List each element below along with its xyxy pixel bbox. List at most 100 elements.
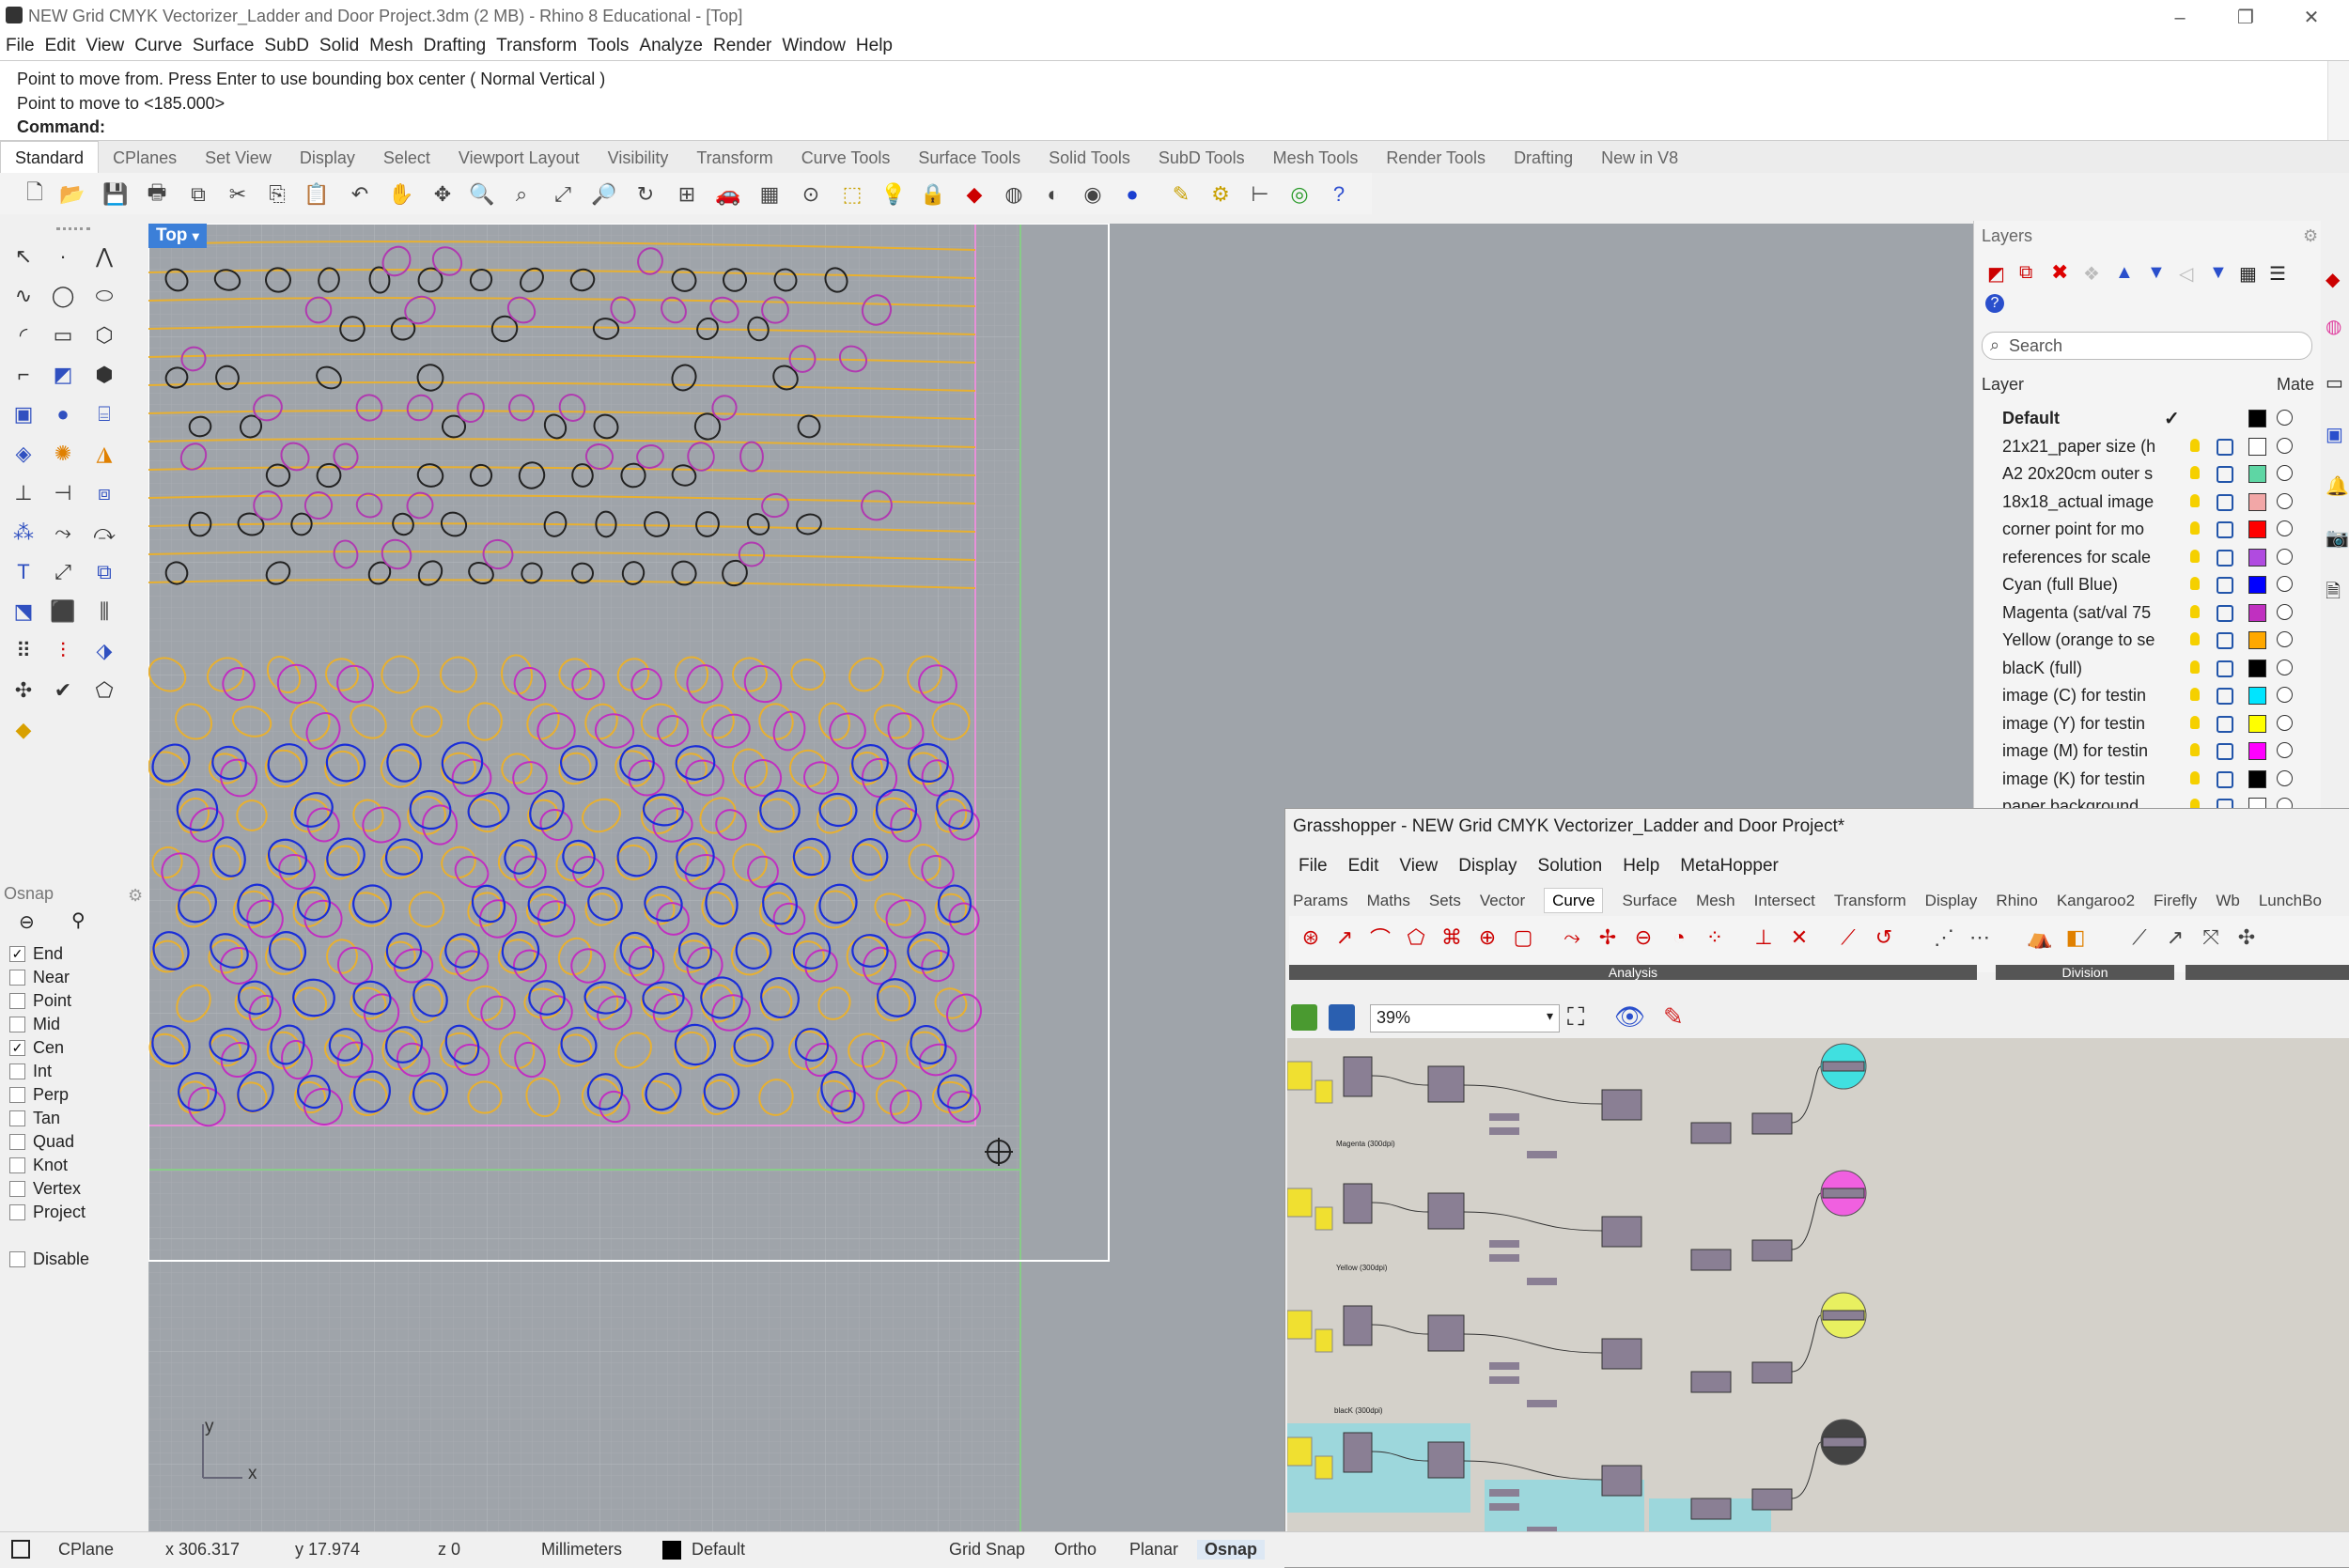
- zoom-window-icon[interactable]: ⌕: [507, 180, 536, 209]
- gh-component-icon[interactable]: ⌒: [1366, 924, 1394, 952]
- gh-tab-curve[interactable]: Curve: [1544, 888, 1604, 913]
- osnap-int[interactable]: Int: [9, 1062, 52, 1081]
- gh-component[interactable]: [1427, 1314, 1465, 1352]
- osnap-cen[interactable]: ✓ Cen: [9, 1038, 64, 1058]
- move-parent-icon[interactable]: ◁: [2179, 262, 2193, 286]
- gh-group-division[interactable]: Division: [1996, 965, 2174, 980]
- gh-component[interactable]: [1601, 1338, 1642, 1370]
- gh-component-icon[interactable]: ⟋: [2125, 924, 2154, 952]
- layer-row[interactable]: 21x21_paper size (h: [1974, 433, 2312, 460]
- status-planar[interactable]: Planar: [1129, 1540, 1178, 1560]
- toolbox-grip[interactable]: [56, 227, 90, 234]
- layer-row[interactable]: blacK (full): [1974, 655, 2312, 682]
- new-layer-icon[interactable]: ◩: [1987, 262, 2005, 286]
- gh-component[interactable]: [1822, 1436, 1865, 1448]
- chamfer-icon[interactable]: ⤼: [88, 517, 120, 549]
- visibility-bulb-icon[interactable]: [2190, 632, 2200, 645]
- cylinder-icon[interactable]: ⌸: [88, 398, 120, 430]
- visibility-bulb-icon[interactable]: [2190, 521, 2200, 535]
- gh-definition[interactable]: [1287, 1038, 2349, 1567]
- grasshopper-icon[interactable]: ◎: [1285, 180, 1314, 209]
- layer-color-swatch[interactable]: [2248, 603, 2266, 622]
- osnap-quad[interactable]: Quad: [9, 1132, 74, 1152]
- gh-menu-help[interactable]: Help: [1623, 856, 1659, 876]
- layer-icon[interactable]: ◆: [960, 180, 988, 209]
- material-circle-icon[interactable]: [2277, 548, 2293, 565]
- osnap-checkbox[interactable]: [9, 1063, 25, 1079]
- tab-render-tools[interactable]: Render Tools: [1372, 142, 1500, 174]
- tab-curve-tools[interactable]: Curve Tools: [787, 142, 905, 174]
- osnap-near[interactable]: Near: [9, 968, 70, 987]
- join-icon[interactable]: ⧈: [88, 477, 120, 509]
- gh-component[interactable]: [1527, 1278, 1557, 1285]
- layer-row[interactable]: Yellow (orange to se: [1974, 627, 2312, 654]
- materials-tab-icon[interactable]: ◍: [2326, 315, 2341, 338]
- gh-component-icon[interactable]: ⤳: [1558, 924, 1586, 952]
- status-grid-snap[interactable]: Grid Snap: [949, 1540, 1025, 1560]
- cplane-icon[interactable]: ⊙: [797, 180, 825, 209]
- status-osnap[interactable]: Osnap: [1197, 1540, 1266, 1560]
- gh-tab-surface[interactable]: Surface: [1622, 892, 1677, 909]
- menu-mesh[interactable]: Mesh: [364, 32, 417, 56]
- layer-color-swatch[interactable]: [2248, 769, 2266, 788]
- filter-icon[interactable]: ⚲: [71, 908, 86, 932]
- osnap-perp[interactable]: Perp: [9, 1085, 69, 1105]
- gh-wire[interactable]: [1463, 1333, 1603, 1354]
- layer-name[interactable]: Yellow (orange to se: [2002, 630, 2157, 650]
- gh-menu-display[interactable]: Display: [1458, 856, 1517, 876]
- render-sphere-icon[interactable]: ●: [1118, 180, 1146, 209]
- layer-color-swatch[interactable]: [2248, 631, 2266, 649]
- gh-component[interactable]: [1427, 1065, 1465, 1103]
- visibility-bulb-icon[interactable]: [2190, 577, 2200, 590]
- lock-icon[interactable]: [2217, 549, 2233, 567]
- material-circle-icon[interactable]: [2277, 465, 2293, 481]
- gh-component[interactable]: [1489, 1376, 1519, 1384]
- cut-icon[interactable]: ✂: [224, 180, 252, 209]
- osnap-knot[interactable]: Knot: [9, 1156, 68, 1175]
- visibility-bulb-icon[interactable]: [2190, 549, 2200, 563]
- layer-name[interactable]: corner point for mo: [2002, 520, 2157, 539]
- tab-subd-tools[interactable]: SubD Tools: [1144, 142, 1259, 174]
- layer-row[interactable]: image (M) for testin: [1974, 737, 2312, 765]
- visibility-bulb-icon[interactable]: [2190, 770, 2200, 784]
- shaded-sphere-icon[interactable]: ◉: [1079, 180, 1107, 209]
- gh-component[interactable]: [1343, 1183, 1373, 1224]
- osnap-checkbox[interactable]: ✓: [9, 946, 25, 962]
- material-circle-icon[interactable]: [2277, 576, 2293, 592]
- subd-icon[interactable]: ✺: [47, 438, 79, 470]
- zoom-selected-icon[interactable]: 🔎: [590, 180, 618, 209]
- gh-component[interactable]: [1822, 1188, 1865, 1199]
- gh-component-icon[interactable]: ✣: [2232, 924, 2261, 952]
- gh-component[interactable]: [1489, 1113, 1519, 1121]
- sphere-icon[interactable]: ●: [47, 398, 79, 430]
- menu-tools[interactable]: Tools: [582, 32, 633, 56]
- gh-component-icon[interactable]: ⌘: [1438, 924, 1466, 952]
- osnap-disable[interactable]: Disable: [9, 1250, 89, 1269]
- layer-color-swatch[interactable]: [2248, 687, 2266, 705]
- gh-component-icon[interactable]: ⊕: [1473, 924, 1501, 952]
- layer-name[interactable]: A2 20x20cm outer s: [2002, 464, 2157, 484]
- gh-component-icon[interactable]: ↗: [1330, 924, 1359, 952]
- chevron-down-icon[interactable]: ▾: [193, 228, 199, 243]
- command-scrollbar[interactable]: [2327, 61, 2349, 140]
- lock-icon[interactable]: [2217, 688, 2233, 705]
- menu-solid[interactable]: Solid: [314, 32, 364, 56]
- osnap-checkbox[interactable]: [9, 1134, 25, 1150]
- gh-component-icon[interactable]: ⬠: [1402, 924, 1430, 952]
- grasshopper-canvas[interactable]: Magenta (300dpi) Yellow (300dpi) blacK (…: [1287, 1038, 2349, 1567]
- osnap-mode-icon[interactable]: ⊖: [19, 910, 35, 934]
- material-circle-icon[interactable]: [2277, 659, 2293, 675]
- gh-panel[interactable]: [1315, 1455, 1333, 1480]
- viewport-title[interactable]: Top ▾: [148, 224, 207, 248]
- gh-wire[interactable]: [1791, 1065, 1822, 1124]
- lock-icon[interactable]: [2217, 604, 2233, 622]
- help-icon[interactable]: ?: [1985, 294, 2004, 313]
- menu-transform[interactable]: Transform: [490, 32, 582, 56]
- osnap-checkbox[interactable]: [9, 1157, 25, 1173]
- layer-name[interactable]: image (Y) for testin: [2002, 714, 2157, 734]
- gh-menu-edit[interactable]: Edit: [1348, 856, 1379, 876]
- layer-color-swatch[interactable]: [2248, 659, 2266, 677]
- visibility-bulb-icon[interactable]: [2190, 604, 2200, 618]
- menu-curve[interactable]: Curve: [129, 32, 187, 56]
- gh-wire[interactable]: [1791, 1441, 1822, 1499]
